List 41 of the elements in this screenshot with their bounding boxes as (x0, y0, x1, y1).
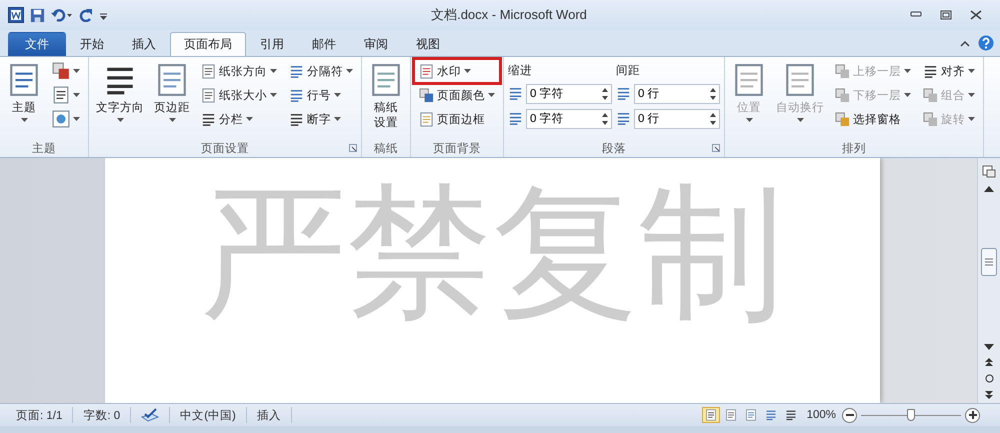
group-label: 主题 (32, 141, 56, 156)
ribbon-tab[interactable]: 页面布局 (170, 32, 246, 56)
ribbon-tab[interactable]: 邮件 (298, 32, 350, 56)
ribbon-button[interactable]: 分隔符 (285, 60, 357, 82)
ribbon-button[interactable]: 对齐 (919, 60, 979, 82)
section-label: 间距 (616, 64, 641, 78)
ribbon-button[interactable]: 断字 (285, 108, 357, 130)
ribbon-button[interactable]: 页面颜色 (415, 84, 499, 106)
spin-field[interactable]: 0 字符 (526, 108, 612, 128)
ribbon-button[interactable]: 文字方向 (93, 60, 147, 134)
ribbon-button[interactable]: 主题 (4, 60, 44, 134)
ribbon-button[interactable]: 页面边框 (415, 108, 499, 130)
zoom-level: 100% (806, 409, 837, 421)
spin-field[interactable]: 0 字符 (526, 84, 612, 104)
ribbon-tab[interactable]: 引用 (246, 32, 298, 56)
ribbon-tab[interactable]: 视图 (402, 32, 454, 56)
status-text: 中文(中国) (170, 407, 247, 423)
ribbon-button[interactable]: 纸张大小 (197, 84, 281, 106)
spin-field[interactable]: 0 行 (634, 108, 720, 128)
spin-field[interactable]: 0 行 (634, 84, 720, 104)
group-label: 稿纸 (374, 142, 398, 156)
status-text: 插入 (246, 407, 292, 423)
group-label: 页面设置 (201, 142, 249, 156)
status-text: 页面: 1/1 (6, 407, 74, 423)
ribbon-button[interactable]: 分栏 (197, 108, 281, 130)
ribbon-button[interactable]: 选择窗格 (831, 108, 915, 130)
ribbon-button[interactable]: 页边距 (151, 60, 193, 134)
window-title: 文档.docx - Microsoft Word (430, 6, 588, 24)
status-text: 字数: 0 (73, 407, 132, 423)
group-label: 段落 (602, 142, 626, 156)
group-label: 页面背景 (433, 142, 481, 156)
section-label: 缩进 (508, 64, 533, 78)
ribbon-tab[interactable]: 开始 (66, 32, 118, 56)
ribbon-button[interactable]: 纸张方向 (197, 60, 281, 82)
ribbon-button[interactable]: 行号 (285, 84, 357, 106)
ribbon-button[interactable]: 稿纸设置 (366, 60, 406, 134)
ribbon-tab[interactable]: 插入 (118, 32, 170, 56)
ribbon-button[interactable]: 水印 (415, 60, 499, 82)
group-label: 排列 (842, 142, 866, 156)
ribbon-tab[interactable]: 审阅 (350, 32, 402, 56)
ribbon-tab[interactable]: 文件 (8, 32, 66, 56)
